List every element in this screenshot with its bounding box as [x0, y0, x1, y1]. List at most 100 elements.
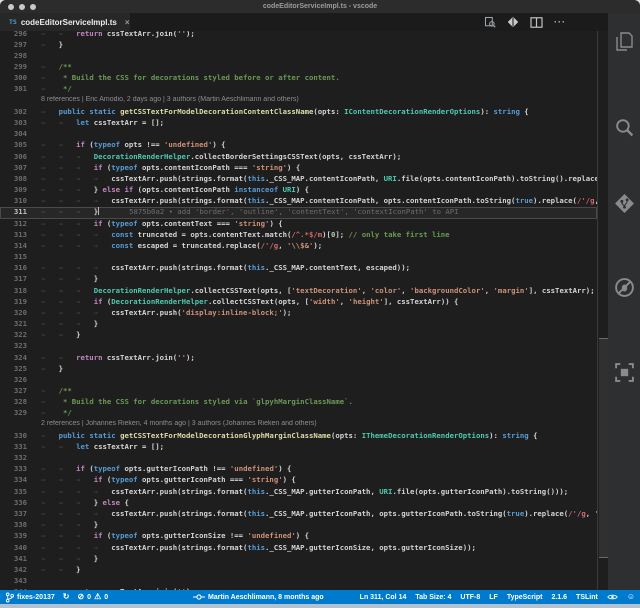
problems-button[interactable]: ⊘ 0 ⚠ 0	[77, 593, 108, 601]
code-line[interactable]: 312→→→if (typeof opts.contentText === 's…	[0, 219, 597, 230]
code-line[interactable]: 300→ * Build the CSS for decorations sty…	[0, 73, 597, 84]
line-number[interactable]: 301	[0, 84, 27, 95]
code-line[interactable]: 305→→if (typeof opts !== 'undefined') {	[0, 140, 597, 151]
ts-version-button[interactable]: 2.1.6	[551, 594, 567, 601]
line-number[interactable]: 342	[0, 565, 27, 576]
scrollbar-slider[interactable]	[599, 338, 608, 558]
line-number[interactable]: 304	[0, 129, 27, 140]
code-line[interactable]: 320→→→→cssTextArr.push('display:inline-b…	[0, 308, 597, 319]
git-compare-button[interactable]	[507, 16, 519, 28]
code-line[interactable]: 342→→}	[0, 565, 597, 576]
codelens-row[interactable]: 8 references | Eric Amodio, 2 days ago |…	[0, 96, 597, 107]
code-line[interactable]: 319→→→if (DecorationRenderHelper.collect…	[0, 297, 597, 308]
codelens-text[interactable]: 8 references | Eric Amodio, 2 days ago |…	[27, 96, 597, 107]
code-line[interactable]: 334→→→if (typeof opts.gutterIconPath ===…	[0, 475, 597, 486]
editor-scrollbar[interactable]	[597, 31, 608, 590]
line-number[interactable]: 316	[0, 263, 27, 274]
blame-status-button[interactable]: Martin Aeschlimann, 8 months ago	[193, 590, 324, 604]
line-number[interactable]: 307	[0, 163, 27, 174]
line-number[interactable]: 319	[0, 297, 27, 308]
line-number[interactable]: 297	[0, 40, 27, 51]
code-line[interactable]: 308→→→→cssTextArr.push(strings.format(th…	[0, 174, 597, 185]
split-editor-button[interactable]	[530, 17, 543, 28]
code-line[interactable]: 318→→→DecorationRenderHelper.collectCSST…	[0, 286, 597, 297]
line-number[interactable]: 296	[0, 31, 27, 40]
sidebar-item-extensions[interactable]	[608, 362, 640, 383]
codelens-row[interactable]: 2 references | Johannes Rieken, 4 months…	[0, 420, 597, 431]
code-line[interactable]: 301→ */	[0, 84, 597, 95]
code-line[interactable]: 327→/**	[0, 386, 597, 397]
line-number[interactable]: 336	[0, 498, 27, 509]
code-line[interactable]: 299→/**	[0, 62, 597, 73]
line-number[interactable]: 318	[0, 286, 27, 297]
cursor-position-button[interactable]: Ln 311, Col 14	[360, 594, 407, 601]
code-line[interactable]: 307→→→if (typeof opts.contentIconPath ==…	[0, 163, 597, 174]
code-line[interactable]: 316→→→→cssTextArr.push(strings.format(th…	[0, 263, 597, 274]
code-line[interactable]: 323	[0, 341, 597, 352]
code-line[interactable]: 332	[0, 453, 597, 464]
code-line[interactable]: 311→→→}5875b0a2 • add 'border', 'outline…	[0, 207, 597, 218]
code-line[interactable]: 302→public static getCSSTextForModelDeco…	[0, 107, 597, 118]
codelens-text[interactable]: 2 references | Johannes Rieken, 4 months…	[27, 420, 597, 431]
code-line[interactable]: 313→→→→const truncated = opts.contentTex…	[0, 230, 597, 241]
watch-button[interactable]	[607, 593, 618, 601]
code-line[interactable]: 297→}	[0, 40, 597, 51]
tab-size-button[interactable]: Tab Size: 4	[415, 594, 451, 601]
line-number[interactable]: 323	[0, 341, 27, 352]
linter-button[interactable]: TSLint	[576, 594, 598, 601]
language-mode-button[interactable]: TypeScript	[507, 594, 543, 601]
code-line[interactable]: 330→public static getCSSTextForModelDeco…	[0, 431, 597, 442]
line-number[interactable]: 341	[0, 554, 27, 565]
code-line[interactable]: 337→→→→cssTextArr.push(strings.format(th…	[0, 509, 597, 520]
line-number[interactable]: 315	[0, 252, 27, 263]
line-number[interactable]: 312	[0, 219, 27, 230]
open-preview-button[interactable]	[484, 16, 496, 28]
eol-button[interactable]: LF	[489, 594, 498, 601]
line-number[interactable]: 313	[0, 230, 27, 241]
line-number[interactable]: 331	[0, 442, 27, 453]
line-number[interactable]: 317	[0, 274, 27, 285]
code-line[interactable]: 324→→return cssTextArr.join('');	[0, 353, 597, 364]
line-number[interactable]: 299	[0, 62, 27, 73]
feedback-button[interactable]: ☺	[627, 593, 635, 601]
line-number[interactable]: 311	[0, 207, 27, 218]
more-actions-button[interactable]: ···	[554, 18, 566, 26]
sidebar-item-debug[interactable]	[608, 277, 640, 298]
code-line[interactable]: 343	[0, 576, 597, 587]
line-number[interactable]: 321	[0, 319, 27, 330]
line-number[interactable]: 337	[0, 509, 27, 520]
code-line[interactable]: 304	[0, 129, 597, 140]
line-number[interactable]: 303	[0, 118, 27, 129]
code-editor[interactable]: 296→→return cssTextArr.join('');297→}298…	[0, 31, 597, 590]
code-line[interactable]: 338→→→}	[0, 520, 597, 531]
line-number[interactable]: 309	[0, 185, 27, 196]
encoding-button[interactable]: UTF-8	[460, 594, 480, 601]
line-number[interactable]: 332	[0, 453, 27, 464]
line-number[interactable]: 322	[0, 330, 27, 341]
line-number[interactable]: 335	[0, 487, 27, 498]
sidebar-item-source-control[interactable]	[608, 193, 640, 214]
code-line[interactable]: 314→→→→const escaped = truncated.replace…	[0, 241, 597, 252]
line-number[interactable]: 328	[0, 397, 27, 408]
code-line[interactable]: 296→→return cssTextArr.join('');	[0, 31, 597, 40]
line-number[interactable]: 343	[0, 576, 27, 587]
code-line[interactable]: 321→→→}	[0, 319, 597, 330]
code-line[interactable]: 315	[0, 252, 597, 263]
code-line[interactable]: 306→→→DecorationRenderHelper.collectBord…	[0, 152, 597, 163]
line-number[interactable]: 298	[0, 51, 27, 62]
line-number[interactable]: 302	[0, 107, 27, 118]
code-line[interactable]: 340→→→→cssTextArr.push(strings.format(th…	[0, 543, 597, 554]
code-line[interactable]: 317→→→}	[0, 274, 597, 285]
line-number[interactable]: 306	[0, 152, 27, 163]
code-line[interactable]: 333→→if (typeof opts.gutterIconPath !== …	[0, 464, 597, 475]
close-window-button[interactable]	[8, 4, 14, 10]
line-number[interactable]: 330	[0, 431, 27, 442]
code-line[interactable]: 341→→→}	[0, 554, 597, 565]
sync-button[interactable]: ↻	[63, 593, 70, 601]
code-line[interactable]: 309→→→} else if (opts.contentIconPath in…	[0, 185, 597, 196]
line-number[interactable]: 334	[0, 475, 27, 486]
code-line[interactable]: 329→ */	[0, 408, 597, 419]
line-number[interactable]: 310	[0, 196, 27, 207]
sidebar-item-search[interactable]	[608, 117, 640, 138]
line-number[interactable]: 338	[0, 520, 27, 531]
